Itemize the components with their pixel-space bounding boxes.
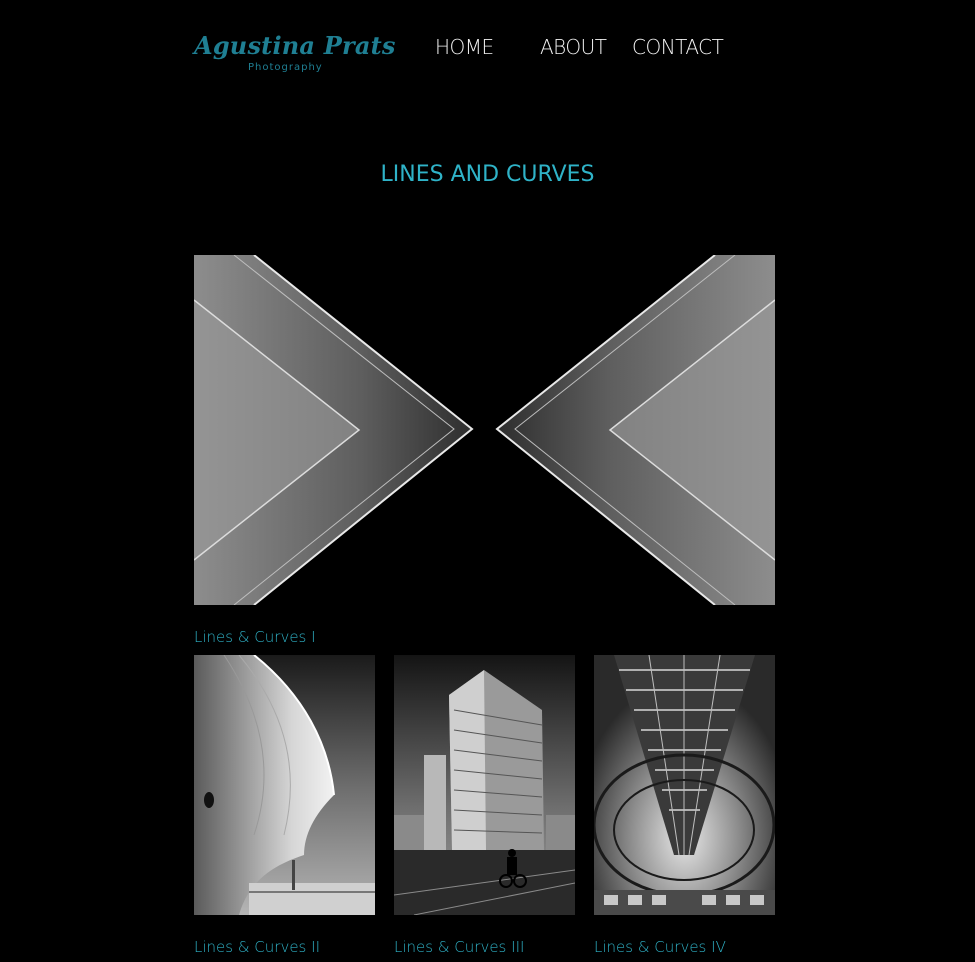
site-header: Agustina Prats Photography HOME ABOUT CO… — [0, 0, 975, 100]
gallery-photo-3[interactable] — [394, 655, 575, 915]
logo-script-text: Agustina Prats — [194, 31, 396, 60]
photo-2-image — [194, 655, 375, 915]
nav-about-link[interactable]: ABOUT — [540, 34, 607, 60]
page-title: LINES AND CURVES — [380, 162, 595, 187]
logo-subtitle: Photography — [248, 62, 323, 73]
site-logo[interactable]: Agustina Prats Photography — [194, 30, 396, 76]
gallery-photo-1[interactable] — [194, 255, 775, 605]
gallery-caption-1[interactable]: Lines & Curves I — [194, 627, 316, 647]
gallery-caption-2[interactable]: Lines & Curves II — [194, 937, 320, 957]
nav-contact-link[interactable]: CONTACT — [632, 34, 724, 60]
photo-3-image — [394, 655, 575, 915]
photo-1-image — [194, 255, 775, 605]
photo-4-image — [594, 655, 775, 915]
gallery-caption-3[interactable]: Lines & Curves III — [394, 937, 524, 957]
gallery-photo-2[interactable] — [194, 655, 375, 915]
gallery-caption-4[interactable]: Lines & Curves IV — [594, 937, 726, 957]
nav-home-link[interactable]: HOME — [435, 34, 494, 60]
gallery-photo-4[interactable] — [594, 655, 775, 915]
